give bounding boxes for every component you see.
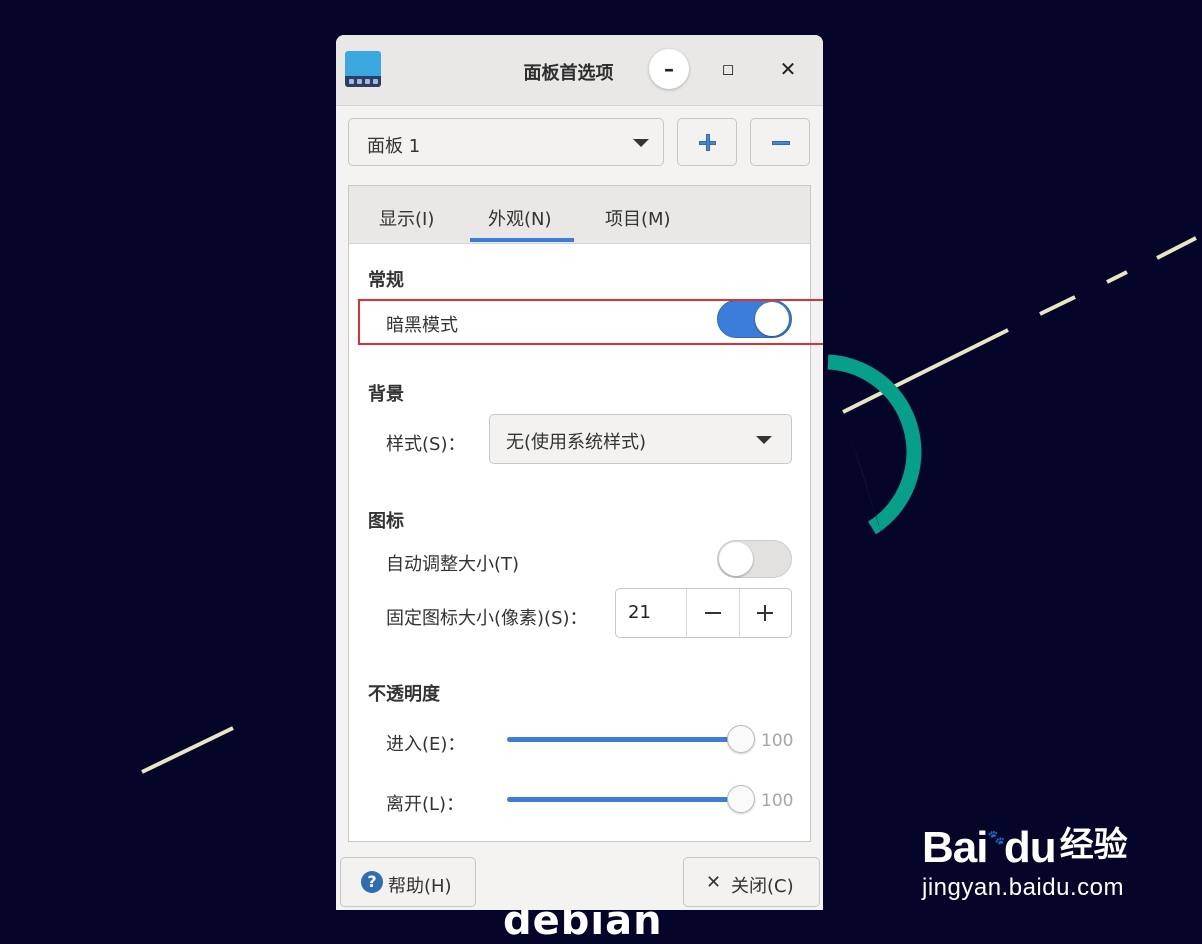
tab-display[interactable]: 显示(I) bbox=[379, 205, 434, 231]
close-window-button[interactable]: ✕ bbox=[768, 49, 808, 89]
close-button[interactable]: ✕ 关闭(C) bbox=[683, 857, 820, 907]
background-style-select[interactable]: 无(使用系统样式) bbox=[489, 414, 792, 464]
remove-panel-button[interactable] bbox=[750, 118, 810, 166]
icon-size-spinbutton: 21 bbox=[615, 588, 792, 638]
leave-opacity-label: 离开(L)： bbox=[386, 794, 465, 815]
panel-select-value: 面板 1 bbox=[367, 136, 421, 157]
help-icon: ? bbox=[361, 871, 383, 893]
enter-opacity-label: 进入(E)： bbox=[386, 734, 466, 755]
help-button[interactable]: ? 帮助(H) bbox=[340, 857, 476, 907]
close-button-label: 关闭(C) bbox=[731, 876, 794, 897]
dark-mode-highlight-box bbox=[358, 299, 823, 345]
tab-bar: 显示(I) 外观(N) 项目(M) bbox=[349, 186, 810, 244]
active-tab-indicator bbox=[470, 238, 574, 242]
leave-opacity-slider[interactable] bbox=[507, 797, 743, 802]
general-heading: 常规 bbox=[368, 270, 404, 291]
icons-heading: 图标 bbox=[368, 511, 404, 532]
opacity-heading: 不透明度 bbox=[368, 684, 440, 705]
close-icon: ✕ bbox=[706, 872, 722, 893]
preferences-notebook: 显示(I) 外观(N) 项目(M) 常规 暗黑模式 背景 样式(S)： 无(使用… bbox=[348, 185, 811, 842]
leave-opacity-value: 100 bbox=[761, 791, 794, 811]
style-label: 样式(S)： bbox=[386, 434, 466, 455]
auto-size-switch[interactable] bbox=[717, 540, 792, 578]
background-style-value: 无(使用系统样式) bbox=[506, 432, 647, 453]
help-button-label: 帮助(H) bbox=[388, 876, 452, 897]
increment-icon-vertical[interactable] bbox=[764, 605, 766, 621]
chevron-down-icon bbox=[756, 436, 772, 444]
title-bar[interactable]: 面板首选项 – ◻ ✕ bbox=[336, 35, 823, 106]
enter-opacity-slider[interactable] bbox=[507, 737, 743, 742]
switch-knob bbox=[719, 542, 753, 576]
baidu-watermark: Bai🐾du 经验 jingyan.baidu.com bbox=[922, 815, 1128, 902]
watermark-title: 经验 bbox=[1059, 825, 1128, 865]
icon-size-value[interactable]: 21 bbox=[628, 602, 651, 623]
chevron-down-icon bbox=[633, 139, 649, 147]
enter-opacity-value: 100 bbox=[761, 731, 794, 751]
tab-items[interactable]: 项目(M) bbox=[605, 205, 671, 231]
add-panel-button[interactable] bbox=[677, 118, 737, 166]
tab-appearance[interactable]: 外观(N) bbox=[488, 205, 552, 231]
enter-opacity-slider-knob[interactable] bbox=[727, 725, 755, 753]
fixed-icon-size-label: 固定图标大小(像素)(S)： bbox=[386, 608, 588, 629]
background-heading: 背景 bbox=[368, 384, 404, 405]
panel-select[interactable]: 面板 1 bbox=[348, 118, 664, 166]
baidu-logo: Bai🐾du bbox=[922, 823, 1057, 872]
panel-preferences-window: 面板首选项 – ◻ ✕ 面板 1 显示(I) 外观(N) 项目(M) 常规 暗黑… bbox=[336, 35, 823, 910]
leave-opacity-slider-knob[interactable] bbox=[727, 785, 755, 813]
maximize-button[interactable]: ◻ bbox=[708, 49, 748, 89]
watermark-url: jingyan.baidu.com bbox=[922, 874, 1124, 901]
auto-size-label: 自动调整大小(T) bbox=[386, 554, 520, 575]
minus-icon bbox=[772, 141, 790, 145]
minimize-button[interactable]: – bbox=[649, 49, 689, 89]
plus-icon-vertical bbox=[706, 134, 710, 151]
decrement-icon[interactable] bbox=[705, 612, 721, 614]
